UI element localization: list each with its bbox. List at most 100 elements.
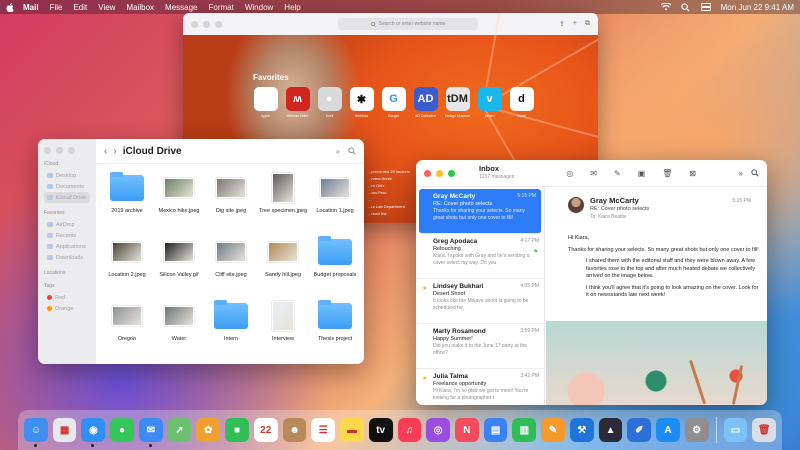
recipient-name[interactable]: Kiara Beattie bbox=[598, 214, 627, 220]
favorite-webflow[interactable]: ✱ Webflow bbox=[349, 87, 374, 118]
sidebar-item-downloads[interactable]: Downloads bbox=[44, 252, 90, 263]
favorite-design-museum[interactable]: tDM Design Museum bbox=[445, 87, 470, 118]
sidebar-tag-orange[interactable]: Orange bbox=[44, 303, 90, 314]
favorite-herman-miller[interactable]: ʍ Herman Miller bbox=[285, 87, 310, 118]
back-icon[interactable]: ‹ bbox=[104, 146, 107, 157]
dock-reminders-icon[interactable]: ☰ bbox=[311, 418, 336, 442]
dock-xcode-icon[interactable]: ⚒ bbox=[569, 418, 594, 442]
close-button[interactable] bbox=[191, 20, 198, 28]
filter-icon[interactable]: ◎ bbox=[566, 169, 573, 178]
archive-icon[interactable]: ▣ bbox=[638, 169, 646, 178]
menu-message[interactable]: Message bbox=[165, 3, 197, 12]
dock-maps-icon[interactable]: ➚ bbox=[167, 418, 192, 442]
forward-icon[interactable]: › bbox=[113, 146, 116, 157]
menu-help[interactable]: Help bbox=[284, 3, 300, 12]
favorite-dwell[interactable]: d Dwell bbox=[509, 87, 534, 118]
dock-messages-icon[interactable]: ● bbox=[110, 418, 134, 442]
dock-pages-icon[interactable]: ✎ bbox=[541, 418, 565, 442]
dock-trash-icon[interactable]: 🗑 bbox=[752, 418, 777, 442]
dock-mail-icon[interactable]: ✉ bbox=[138, 418, 163, 447]
minimize-button[interactable] bbox=[436, 169, 443, 177]
file-item[interactable]: Cliff site.jpeg bbox=[206, 236, 256, 300]
dock-sketch-icon[interactable]: ✐ bbox=[627, 418, 652, 442]
minimize-button[interactable] bbox=[203, 20, 210, 28]
more-icon[interactable]: » bbox=[336, 147, 340, 156]
menu-view[interactable]: View bbox=[98, 3, 115, 12]
favorite-kvell[interactable]: ● Kvell bbox=[317, 87, 342, 118]
close-button[interactable] bbox=[44, 147, 51, 154]
favorite-apple[interactable]: Apple bbox=[253, 87, 278, 118]
sidebar-item-desktop[interactable]: Desktop bbox=[44, 170, 90, 181]
dock-keynote-icon[interactable]: ▤ bbox=[483, 418, 508, 442]
wifi-icon[interactable] bbox=[660, 3, 671, 11]
zoom-button[interactable] bbox=[448, 169, 455, 177]
message-row[interactable]: ★ Lindsey Bukhari 4:05 PM Desert Shoot It lo… bbox=[416, 279, 544, 324]
junk-icon[interactable]: ⊠ bbox=[689, 169, 696, 178]
trash-icon[interactable]: 🗑 bbox=[662, 169, 672, 178]
dock-notes-icon[interactable]: ▬ bbox=[340, 418, 364, 442]
sidebar-item-applications[interactable]: Applications bbox=[44, 241, 90, 252]
search-icon[interactable] bbox=[681, 2, 691, 12]
compose-icon[interactable]: ✎ bbox=[614, 169, 621, 178]
favorite-google[interactable]: G Google bbox=[381, 87, 406, 118]
file-item[interactable]: Sandy hill.jpeg bbox=[258, 236, 308, 300]
sidebar-item-icloud-drive[interactable]: iCloud Drive bbox=[44, 192, 90, 203]
file-item[interactable]: Mexico hike.jpeg bbox=[154, 172, 204, 236]
sidebar-item-documents[interactable]: Documents bbox=[44, 181, 90, 192]
dock-music-icon[interactable]: ♫ bbox=[397, 418, 422, 442]
menu-file[interactable]: File bbox=[50, 3, 63, 12]
get-mail-icon[interactable]: ✉ bbox=[590, 169, 597, 178]
sidebar-item-recents[interactable]: Recents bbox=[44, 230, 90, 241]
message-row[interactable]: ★ Julia Talma 3:42 PM Freelance opportunity… bbox=[416, 369, 544, 405]
file-item[interactable]: Dig site.jpeg bbox=[206, 172, 256, 236]
file-item[interactable]: Water bbox=[154, 300, 204, 364]
dock-podcasts-icon[interactable]: ◎ bbox=[426, 418, 451, 442]
file-item[interactable]: Oregon bbox=[102, 300, 152, 364]
dock-facetime-icon[interactable]: ■ bbox=[225, 418, 249, 442]
menu-clock[interactable]: Mon Jun 22 9:41 AM bbox=[721, 3, 794, 12]
dock-downloads-icon[interactable]: ▭ bbox=[723, 418, 748, 442]
dock-app-store-icon[interactable]: A bbox=[656, 418, 680, 442]
message-row[interactable]: Marty Rosamond 3:59 PM Happy Summer! Did yo… bbox=[416, 324, 544, 369]
sidebar-tag-red[interactable]: Red bbox=[44, 292, 90, 303]
dock-finder-icon[interactable]: ☺ bbox=[24, 418, 48, 447]
favorite-vimeo[interactable]: v Vimeo bbox=[477, 87, 502, 118]
dock-calendar-icon[interactable]: 22 bbox=[253, 418, 278, 442]
tab-overview-icon[interactable]: ⧉ bbox=[585, 20, 590, 28]
zoom-button[interactable] bbox=[68, 147, 75, 154]
dock-launchpad-icon[interactable]: ▦ bbox=[52, 418, 77, 442]
dock-numbers-icon[interactable]: ▥ bbox=[512, 418, 537, 442]
file-item[interactable]: Location 2.jpeg bbox=[102, 236, 152, 300]
dock-news-icon[interactable]: N bbox=[455, 418, 479, 442]
menu-edit[interactable]: Edit bbox=[73, 3, 87, 12]
dock-contacts-icon[interactable]: ☻ bbox=[282, 418, 307, 442]
dock-system-preferences-icon[interactable]: ⚙ bbox=[684, 418, 709, 442]
dock-instruments-icon[interactable]: ▲ bbox=[598, 418, 623, 442]
menu-mailbox[interactable]: Mailbox bbox=[126, 3, 154, 12]
new-tab-icon[interactable]: + bbox=[573, 20, 577, 28]
message-row[interactable]: ⚑ Greg Apodaca 4:17 PM Retouching Kiara, I s… bbox=[416, 234, 544, 279]
menu-app-name[interactable]: Mail bbox=[23, 3, 39, 12]
file-item[interactable]: Tree specimen.jpeg bbox=[258, 172, 308, 236]
address-bar[interactable]: Search or enter website name bbox=[338, 18, 478, 30]
dock-safari-icon[interactable]: ◉ bbox=[81, 418, 106, 447]
dock-photos-icon[interactable]: ✿ bbox=[196, 418, 221, 442]
search-icon[interactable] bbox=[348, 146, 356, 155]
file-item[interactable]: Budget proposals bbox=[310, 236, 360, 300]
more-icon[interactable]: » bbox=[739, 169, 743, 178]
share-icon[interactable]: ⇪ bbox=[559, 20, 565, 28]
file-item[interactable]: Intern bbox=[206, 300, 256, 364]
file-item[interactable]: Interview bbox=[258, 300, 308, 364]
message-row[interactable]: Gray McCarty 5:15 PM RE: Cover photo selec… bbox=[419, 189, 541, 234]
file-item[interactable]: Silicon Valley.gif bbox=[154, 236, 204, 300]
close-button[interactable] bbox=[424, 169, 431, 177]
file-item[interactable]: Location 1.jpeg bbox=[310, 172, 360, 236]
menu-format[interactable]: Format bbox=[209, 3, 234, 12]
file-item[interactable]: 2019 archive bbox=[102, 172, 152, 236]
menu-window[interactable]: Window bbox=[245, 3, 273, 12]
apple-menu-icon[interactable] bbox=[6, 2, 14, 12]
dock-tv-icon[interactable]: tv bbox=[368, 418, 393, 442]
search-icon[interactable] bbox=[751, 168, 759, 177]
sidebar-item-airdrop[interactable]: AirDrop bbox=[44, 219, 90, 230]
file-item[interactable]: Thesis project bbox=[310, 300, 360, 364]
